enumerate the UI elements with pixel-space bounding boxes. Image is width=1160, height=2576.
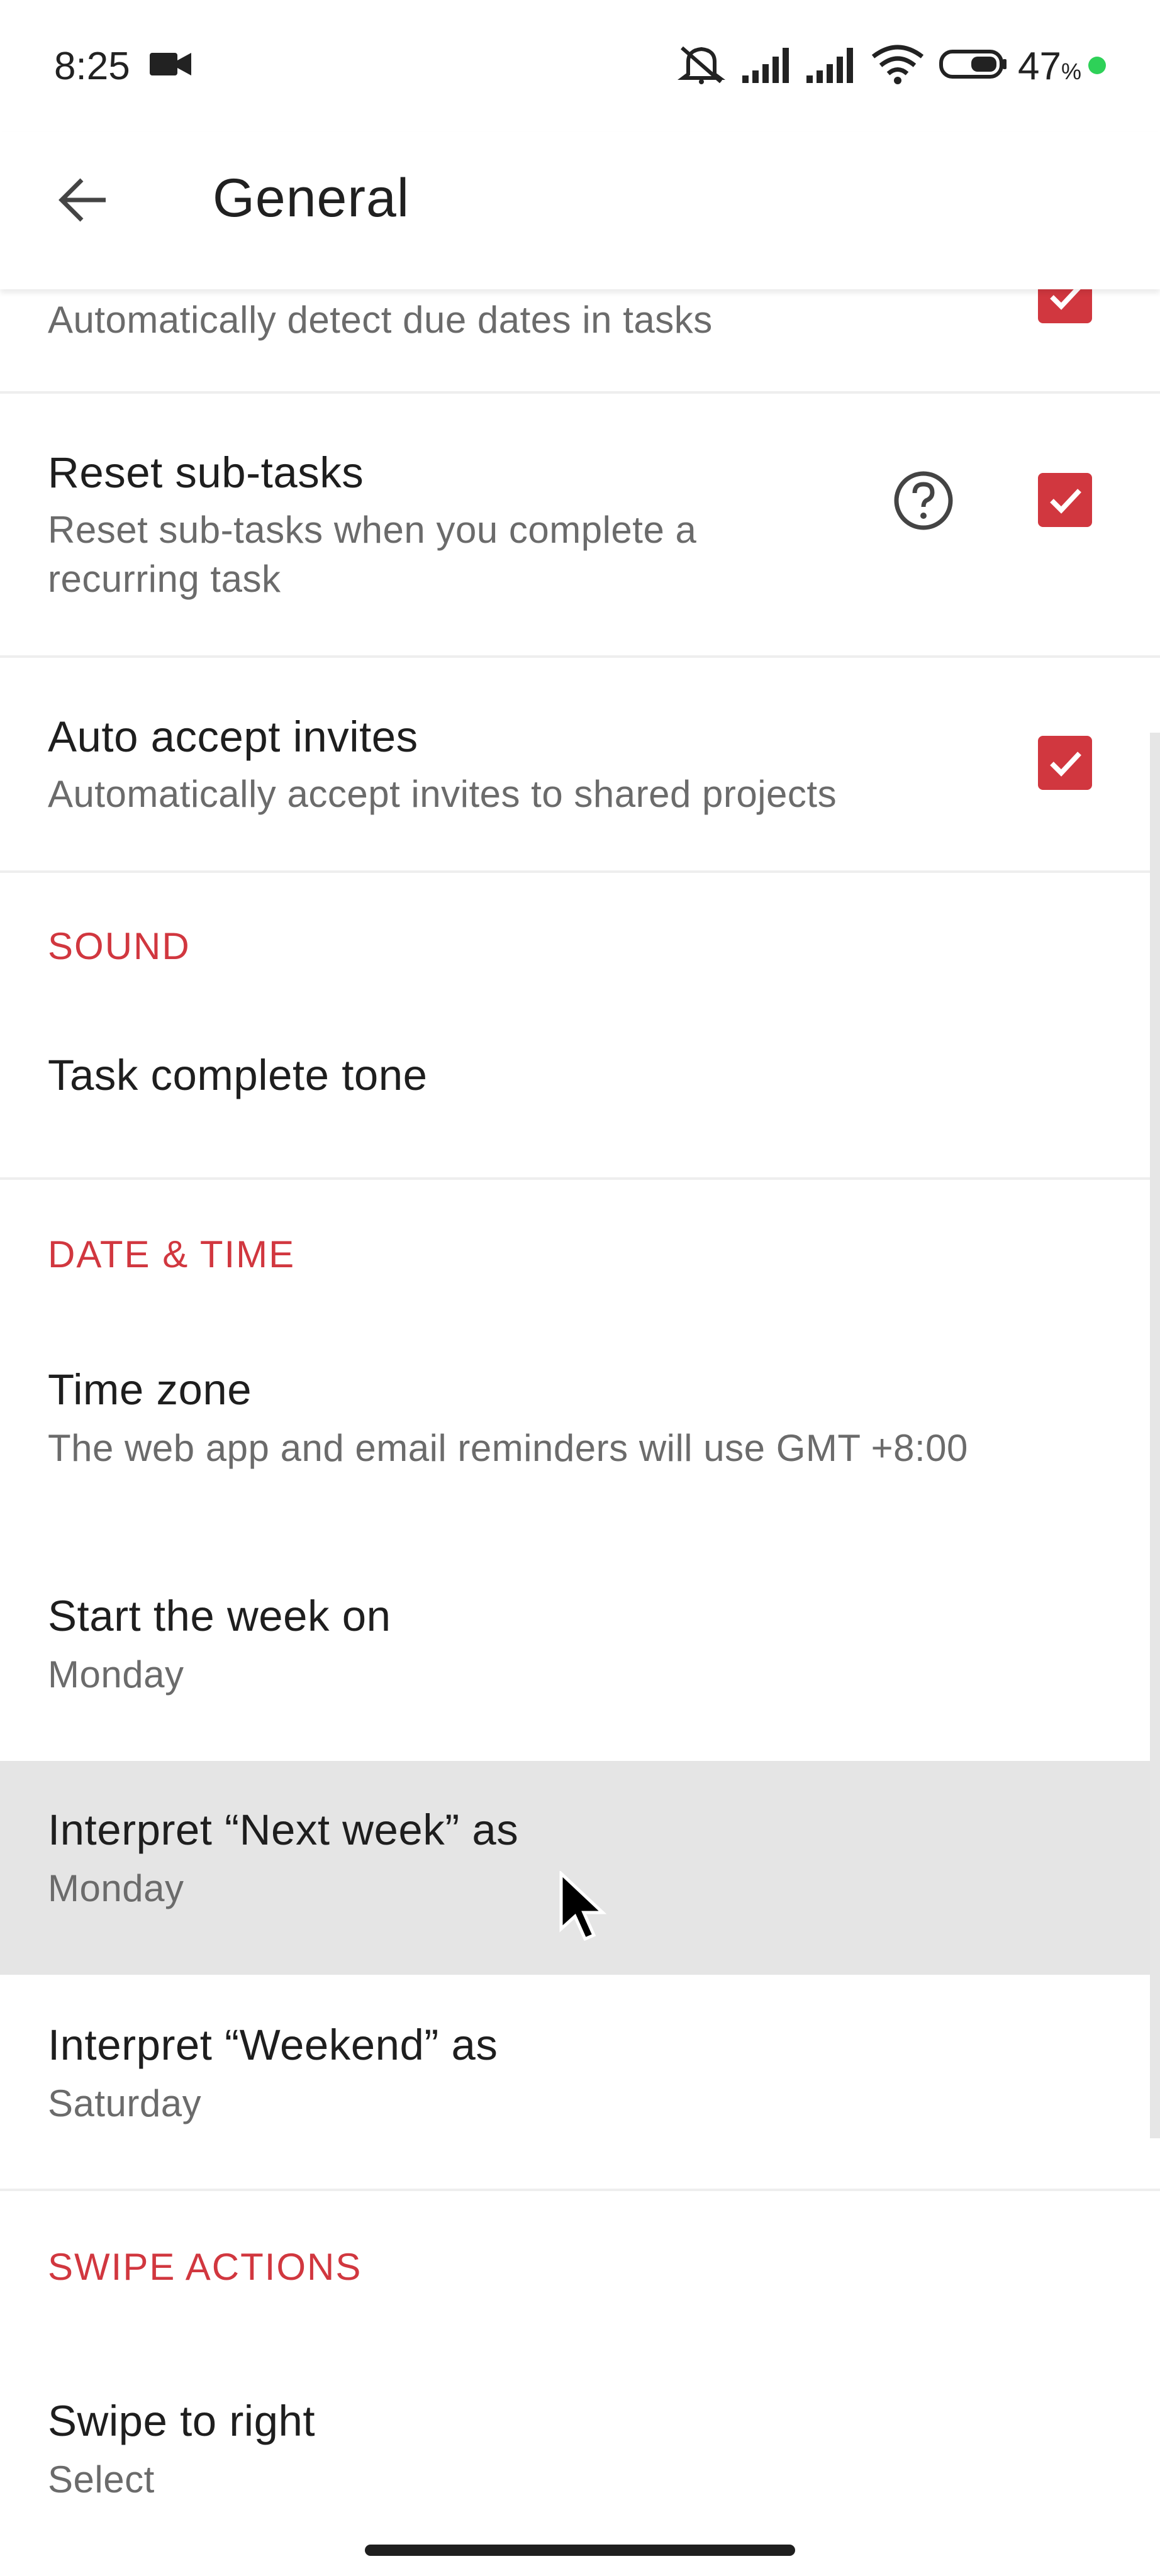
setting-smart-date[interactable]: Automatically detect due dates in tasks — [0, 289, 1160, 390]
battery-icon — [939, 50, 1007, 79]
setting-title: Interpret “Next week” as — [48, 1806, 519, 1854]
back-arrow-icon[interactable] — [53, 170, 113, 230]
setting-title: Start the week on — [48, 1592, 391, 1640]
setting-swipe-right[interactable]: Swipe to right Select — [0, 2327, 1160, 2541]
section-header-date-time: DATE & TIME — [48, 1233, 296, 1275]
help-icon[interactable] — [892, 469, 955, 532]
setting-subtitle: The web app and email reminders will use… — [48, 1427, 968, 1469]
signal-icon — [806, 48, 853, 83]
wifi-icon — [871, 45, 924, 84]
scrollbar[interactable] — [1150, 733, 1160, 2138]
checkmark-icon — [1050, 289, 1081, 310]
divider — [0, 1177, 1160, 1180]
setting-value: Monday — [48, 1867, 184, 1909]
setting-title: Time zone — [48, 1365, 252, 1414]
checkmark-icon — [1050, 489, 1081, 514]
divider — [0, 870, 1160, 873]
mute-icon — [678, 46, 725, 84]
setting-title: Interpret “Weekend” as — [48, 2021, 498, 2069]
setting-weekend[interactable]: Interpret “Weekend” as Saturday — [0, 1975, 1160, 2189]
setting-time-zone[interactable]: Time zone The web app and email reminder… — [0, 1321, 1160, 1535]
settings-list[interactable]: Automatically detect due dates in tasks … — [0, 289, 1160, 2553]
setting-subtitle: Automatically detect due dates in tasks — [48, 299, 713, 341]
status-time: 8:25 — [54, 45, 130, 88]
setting-title: Auto accept invites — [48, 713, 418, 761]
section-header-swipe-actions: SWIPE ACTIONS — [48, 2246, 362, 2288]
home-indicator[interactable] — [365, 2545, 795, 2556]
setting-start-week[interactable]: Start the week on Monday — [0, 1535, 1160, 1748]
video-camera-icon — [150, 53, 191, 75]
setting-auto-accept-invites[interactable]: Auto accept invites Automatically accept… — [0, 658, 1160, 869]
section-header-sound: SOUND — [48, 925, 191, 967]
signal-icon — [742, 48, 789, 83]
app-bar: General — [0, 132, 1160, 289]
setting-reset-subtasks[interactable]: Reset sub-tasks Reset sub-tasks when you… — [0, 394, 1160, 652]
checkmark-icon — [1050, 752, 1081, 777]
setting-title: Reset sub-tasks — [48, 448, 364, 497]
battery-level: 47% — [1018, 45, 1081, 88]
mouse-cursor-icon — [559, 1871, 607, 1941]
setting-subtitle: Reset sub-tasks when you complete a recu… — [48, 509, 697, 600]
divider — [0, 2189, 1160, 2191]
page-title: General — [213, 168, 410, 228]
setting-value: Select — [48, 2458, 155, 2501]
setting-value: Saturday — [48, 2082, 202, 2124]
reset-subtasks-checkbox[interactable] — [1038, 473, 1092, 527]
setting-task-complete-tone[interactable]: Task complete tone — [0, 1000, 1160, 1151]
auto-accept-checkbox[interactable] — [1038, 736, 1092, 790]
status-bar: 8:25 47% — [0, 0, 1160, 132]
setting-subtitle: Automatically accept invites to shared p… — [48, 773, 837, 815]
privacy-indicator-dot — [1088, 57, 1106, 74]
setting-value: Monday — [48, 1653, 184, 1696]
smart-date-checkbox[interactable] — [1038, 289, 1092, 323]
setting-title: Task complete tone — [48, 1051, 428, 1099]
setting-title: Swipe to right — [48, 2397, 316, 2445]
